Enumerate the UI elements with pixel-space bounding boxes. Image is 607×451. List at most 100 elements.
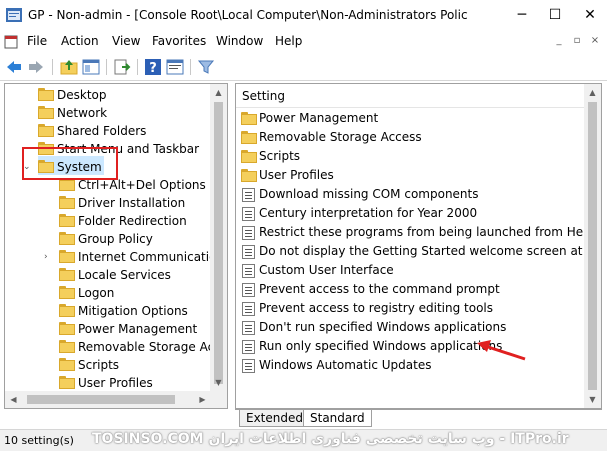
menu-help[interactable]: Help (275, 34, 302, 48)
list-item-label: Century interpretation for Year 2000 (259, 206, 478, 220)
folder-icon (241, 150, 257, 163)
menu-file[interactable]: File (27, 34, 47, 48)
list-vertical-scrollbar[interactable]: ▲ ▼ (584, 84, 601, 408)
group-policy-icon (6, 8, 22, 22)
scroll-down-icon[interactable]: ▼ (584, 391, 601, 408)
tree-pane[interactable]: Desktop Network Shared Folders Start Menu a… (4, 83, 228, 409)
list-item-label: Restrict these programs from being launc… (259, 225, 595, 239)
tree-item-label: User Profiles (78, 376, 153, 390)
export-list-icon[interactable] (113, 58, 131, 76)
list-item-label: Don't run specified Windows applications (259, 320, 507, 334)
list-item-label: Run only specified Windows applications (259, 339, 503, 353)
list-item-label: Removable Storage Access (259, 130, 422, 144)
list-item-label: Scripts (259, 149, 301, 163)
scroll-thumb[interactable] (214, 102, 223, 384)
view-tabs: Extended Standard (235, 409, 602, 427)
policy-setting-icon (242, 359, 255, 373)
column-header-setting[interactable]: Setting (236, 84, 586, 108)
menu-favorites[interactable]: Favorites (152, 34, 206, 48)
status-text: 10 setting(s) (4, 434, 74, 447)
policy-setting-icon (242, 188, 255, 202)
tree-item-label: Network (57, 106, 108, 120)
child-close-button[interactable]: × (588, 34, 602, 48)
minimize-button[interactable]: ─ (510, 4, 534, 26)
list-item-label: Prevent access to registry editing tools (259, 301, 493, 315)
list-item-label: Power Management (259, 111, 379, 125)
scroll-up-icon[interactable]: ▲ (584, 84, 601, 101)
tree-horizontal-scrollbar[interactable]: ◀ ▶ (5, 391, 211, 408)
list-item-label: Download missing COM components (259, 187, 479, 201)
back-arrow-icon[interactable] (5, 58, 23, 76)
folder-icon (59, 304, 75, 317)
tree-item-label: Desktop (57, 88, 107, 102)
toolbar: ? (0, 53, 607, 81)
folder-icon (59, 232, 75, 245)
folder-icon (59, 196, 75, 209)
tree-item-label: Locale Services (78, 268, 171, 282)
h-scroll-thumb[interactable] (27, 395, 175, 404)
menu-action[interactable]: Action (61, 34, 99, 48)
list-item-label: Custom User Interface (259, 263, 394, 277)
tab-extended[interactable]: Extended (239, 410, 310, 427)
scroll-up-icon[interactable]: ▲ (210, 84, 227, 101)
tab-standard[interactable]: Standard (303, 410, 372, 427)
folder-icon (59, 286, 75, 299)
show-hide-tree-icon[interactable] (82, 58, 100, 76)
menu-window[interactable]: Window (216, 34, 263, 48)
list-item-label: Do not display the Getting Started welco… (259, 244, 602, 258)
list-item-label: User Profiles (259, 168, 334, 182)
tree-item-label: Scripts (78, 358, 120, 372)
properties-icon[interactable] (166, 58, 184, 76)
up-folder-icon[interactable] (60, 58, 78, 76)
policy-setting-icon (242, 226, 255, 240)
tree-item-label: Group Policy (78, 232, 153, 246)
tree-item-label: Driver Installation (78, 196, 186, 210)
policy-setting-icon (242, 302, 255, 316)
folder-icon (59, 322, 75, 335)
tree-item-label: Power Management (78, 322, 198, 336)
scroll-thumb[interactable] (588, 102, 597, 390)
menu-bar: File Action View Favorites Window Help _… (0, 31, 607, 53)
child-minimize-button[interactable]: _ (552, 34, 566, 48)
close-button[interactable]: ✕ (578, 4, 602, 26)
maximize-button[interactable]: ☐ (543, 4, 567, 26)
folder-icon (59, 268, 75, 281)
folder-icon (241, 112, 257, 125)
watermark-text: TOSINSO.COM وب سایت تخصصی فناوری اطلاعات… (92, 431, 569, 447)
list-item-label: Windows Automatic Updates (259, 358, 432, 372)
child-restore-button[interactable]: ▫ (570, 34, 584, 48)
expander-icon[interactable]: › (44, 248, 56, 266)
policy-setting-icon (242, 245, 255, 259)
settings-list-pane[interactable]: Setting Power Management Removable Storag… (235, 83, 602, 409)
folder-icon (38, 124, 54, 137)
forward-arrow-icon[interactable] (27, 58, 45, 76)
tree-item-label: Logon (78, 286, 115, 300)
tree-item-label: Mitigation Options (78, 304, 188, 318)
folder-icon (38, 106, 54, 119)
scroll-down-icon[interactable]: ▼ (210, 374, 227, 391)
tree-item-label: Internet Communication (78, 250, 225, 264)
policy-setting-icon (242, 321, 255, 335)
document-icon (4, 35, 18, 49)
folder-icon (59, 358, 75, 371)
help-icon[interactable]: ? (144, 58, 162, 76)
folder-icon (59, 214, 75, 227)
policy-setting-icon (242, 207, 255, 221)
red-arrow-annotation (477, 340, 526, 361)
folder-icon (241, 169, 257, 182)
tree-vertical-scrollbar[interactable]: ▲ ▼ (210, 84, 227, 391)
folder-icon (241, 131, 257, 144)
filter-icon[interactable] (197, 58, 215, 76)
policy-setting-icon (242, 264, 255, 278)
svg-text:?: ? (149, 61, 157, 76)
tree-item-label: Removable Storage Acces (78, 340, 228, 354)
menu-view[interactable]: View (112, 34, 140, 48)
scroll-left-icon[interactable]: ◀ (5, 391, 22, 408)
folder-icon (59, 376, 75, 389)
title-bar: GP - Non-admin - [Console Root\Local Com… (0, 0, 607, 31)
scroll-right-icon[interactable]: ▶ (194, 391, 211, 408)
folder-icon (38, 88, 54, 101)
folder-icon (59, 340, 75, 353)
status-bar: 10 setting(s) TOSINSO.COM وب سایت تخصصی … (0, 429, 607, 451)
annotation-box (22, 147, 118, 180)
